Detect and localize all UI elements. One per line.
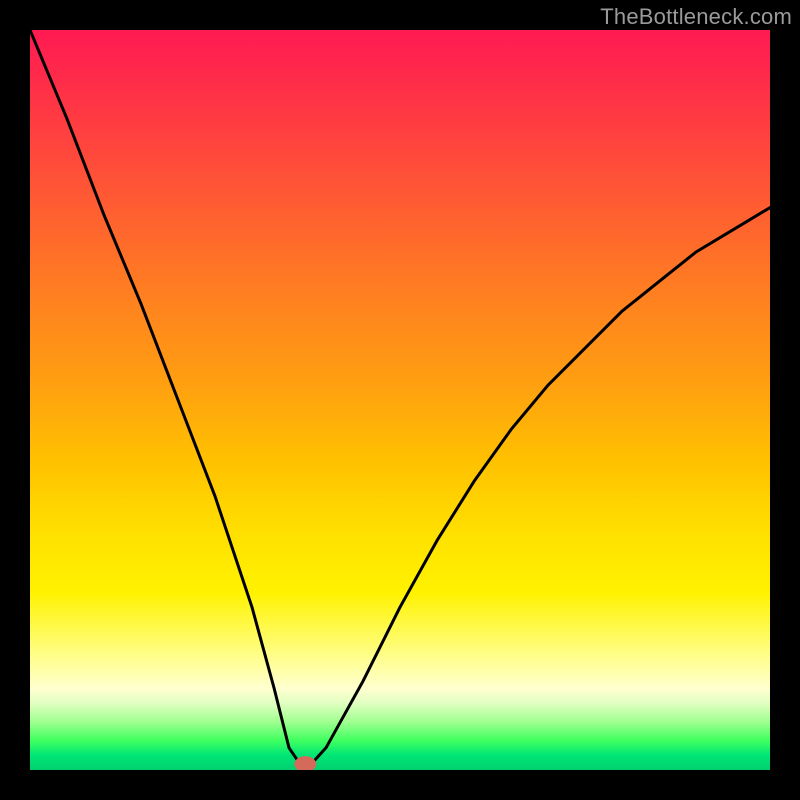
watermark-text: TheBottleneck.com: [600, 4, 792, 30]
chart-frame: TheBottleneck.com: [0, 0, 800, 800]
plot-area: [30, 30, 770, 770]
curve-layer: [30, 30, 770, 770]
bottleneck-curve: [30, 30, 770, 764]
